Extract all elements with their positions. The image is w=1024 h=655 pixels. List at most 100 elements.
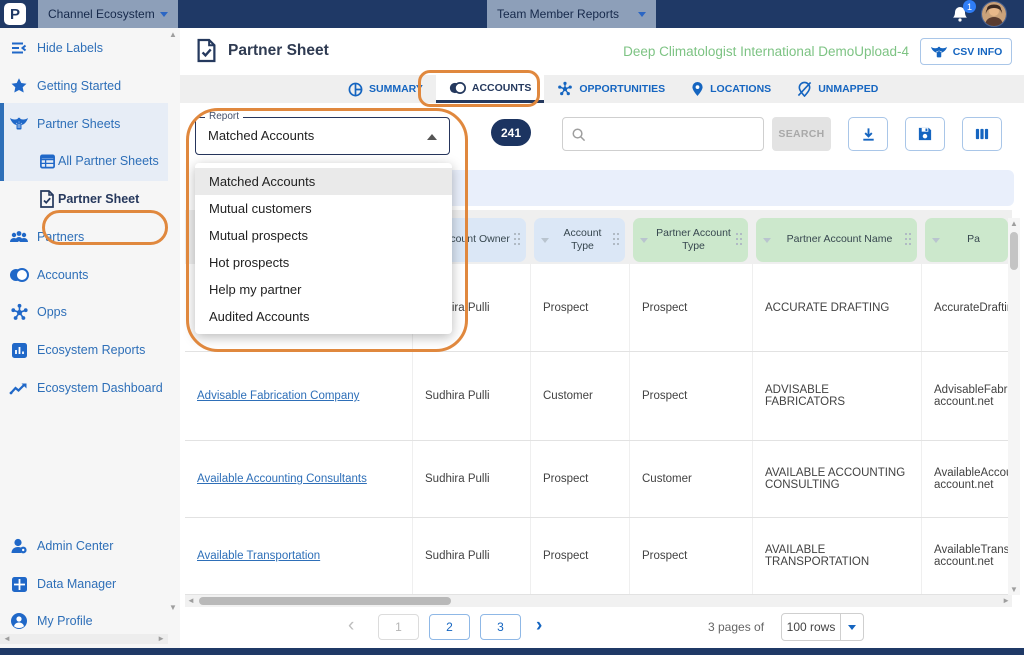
menu-item-help-my-partner[interactable]: Help my partner [195, 276, 452, 303]
menu-item-audited-accounts[interactable]: Audited Accounts [195, 303, 452, 330]
column-label: Account Type [552, 227, 613, 253]
tab-summary[interactable]: SUMMARY [335, 75, 436, 103]
cell-partner-col6: AdvisableFabri account.net [921, 352, 1012, 440]
next-page-chevron[interactable]: › [536, 613, 542, 639]
report-dropdown-menu: Matched Accounts Mutual customers Mutual… [195, 163, 452, 334]
tab-opportunities[interactable]: OPPORTUNITIES [544, 75, 678, 103]
drag-handle-icon[interactable] [736, 233, 742, 247]
team-member-reports-selector[interactable]: Team Member Reports [487, 0, 656, 28]
drag-handle-icon[interactable] [514, 233, 520, 247]
download-button[interactable] [848, 117, 888, 151]
column-label: Partner Account Name [774, 233, 905, 246]
bar-chart-icon [8, 339, 30, 361]
sidebar-item-ecosystem-reports[interactable]: Ecosystem Reports [0, 335, 168, 365]
scroll-up-arrow-icon[interactable]: ▲ [168, 30, 178, 39]
table-row[interactable]: Advisable Fabrication Company Sudhira Pu… [185, 352, 1012, 441]
page-button-3[interactable]: 3 [480, 614, 521, 640]
scroll-up-arrow-icon[interactable]: ▲ [1008, 219, 1020, 228]
tab-unmapped[interactable]: UNMAPPED [784, 75, 891, 103]
cell-partner-account-name: AVAILABLE TRANSPORTATION [752, 518, 921, 594]
page-button-1[interactable]: 1 [378, 614, 419, 640]
filter-caret-icon[interactable] [932, 238, 940, 243]
scroll-left-arrow-icon[interactable]: ◄ [3, 634, 11, 644]
scroll-left-arrow-icon[interactable]: ◄ [187, 595, 195, 607]
filter-caret-icon[interactable] [640, 238, 648, 243]
cell-account-name: Available Transportation [185, 518, 412, 594]
user-avatar[interactable] [981, 1, 1007, 27]
sidebar-item-partner-sheets[interactable]: Partner Sheets [0, 109, 168, 139]
column-header-clipped[interactable]: Pa [925, 218, 1008, 262]
table-vertical-scrollbar[interactable]: ▲ ▼ [1008, 218, 1020, 595]
scroll-down-arrow-icon[interactable]: ▼ [168, 603, 178, 612]
scroll-down-arrow-icon[interactable]: ▼ [1008, 585, 1020, 594]
sidebar-item-label: My Profile [37, 614, 93, 628]
search-box[interactable] [562, 117, 764, 151]
admin-gear-person-icon [8, 535, 30, 557]
sidebar-item-accounts[interactable]: Accounts [0, 260, 168, 290]
sidebar-horizontal-scrollbar[interactable]: ◄ ► [0, 634, 168, 644]
sidebar-vertical-scrollbar[interactable]: ▲ ▼ [168, 30, 178, 630]
column-header-partner-account-name[interactable]: Partner Account Name [756, 218, 917, 262]
workspace-selector[interactable]: Channel Ecosystem [38, 0, 178, 28]
scrollbar-thumb[interactable] [199, 597, 451, 605]
trend-line-icon [8, 377, 30, 399]
sidebar-item-label: Opps [37, 305, 67, 319]
scrollbar-thumb[interactable] [1010, 232, 1018, 270]
sidebar-item-data-manager[interactable]: Data Manager [0, 569, 168, 599]
menu-item-mutual-prospects[interactable]: Mutual prospects [195, 222, 452, 249]
previous-page-chevron[interactable]: ‹ [348, 613, 354, 639]
report-select-value: Matched Accounts [208, 128, 314, 143]
rows-per-page-value: 100 rows [782, 620, 840, 634]
cell-account-type: Prospect [530, 518, 629, 594]
menu-item-mutual-customers[interactable]: Mutual customers [195, 195, 452, 222]
search-input[interactable] [592, 118, 763, 150]
account-link[interactable]: Available Transportation [197, 550, 320, 562]
account-link[interactable]: Advisable Fabrication Company [197, 390, 359, 402]
drag-handle-icon[interactable] [905, 233, 911, 247]
wings-icon [930, 45, 948, 59]
scroll-right-arrow-icon[interactable]: ► [1002, 595, 1010, 607]
person-circle-icon [8, 610, 30, 632]
toolbar: Report Matched Accounts 241 SEARCH [180, 103, 1024, 170]
sidebar-item-partner-sheet[interactable]: Partner Sheet [0, 184, 168, 214]
report-select-label: Report [205, 111, 243, 122]
upload-name-text: Deep Climatologist International DemoUpl… [623, 44, 909, 59]
cell-partner-account-type: Customer [629, 441, 752, 517]
sidebar-item-my-profile[interactable]: My Profile [0, 606, 168, 636]
column-label: Pa [943, 233, 1004, 246]
scroll-right-arrow-icon[interactable]: ► [157, 634, 165, 644]
csv-info-button[interactable]: CSV INFO [920, 38, 1012, 65]
save-button[interactable] [905, 117, 945, 151]
chevron-down-icon [160, 12, 168, 17]
table-row[interactable]: Available Accounting Consultants Sudhira… [185, 441, 1012, 518]
tab-accounts[interactable]: ACCOUNTS [436, 75, 545, 103]
table-horizontal-scrollbar[interactable]: ◄ ► [185, 595, 1012, 607]
sidebar-item-partners[interactable]: Partners [0, 222, 168, 252]
filter-caret-icon[interactable] [541, 238, 549, 243]
pages-summary-text: 3 pages of [708, 620, 764, 634]
drag-handle-icon[interactable] [613, 233, 619, 247]
opportunities-molecule-icon [557, 81, 573, 97]
table-row[interactable]: Available Transportation Sudhira Pulli P… [185, 518, 1012, 595]
column-header-account-type[interactable]: Account Type [534, 218, 625, 262]
sidebar-item-admin-center[interactable]: Admin Center [0, 531, 168, 561]
tab-locations[interactable]: LOCATIONS [678, 75, 784, 103]
sidebar-item-all-partner-sheets[interactable]: All Partner Sheets [0, 146, 168, 176]
wings-icon [8, 113, 30, 135]
menu-item-hot-prospects[interactable]: Hot prospects [195, 249, 452, 276]
sidebar-item-ecosystem-dashboard[interactable]: Ecosystem Dashboard [0, 373, 168, 403]
menu-item-matched-accounts[interactable]: Matched Accounts [195, 168, 452, 195]
report-select[interactable]: Report Matched Accounts [195, 117, 450, 155]
sidebar-item-hide-labels[interactable]: Hide Labels [0, 33, 168, 63]
filter-caret-icon[interactable] [763, 238, 771, 243]
search-button[interactable]: SEARCH [772, 117, 831, 151]
page-button-2[interactable]: 2 [429, 614, 470, 640]
unmapped-pin-icon [797, 81, 812, 97]
column-header-partner-account-type[interactable]: Partner Account Type [633, 218, 748, 262]
sidebar-item-getting-started[interactable]: Getting Started [0, 71, 168, 101]
tab-label: SUMMARY [369, 83, 423, 95]
sidebar-item-opps[interactable]: Opps [0, 297, 168, 327]
rows-per-page-select[interactable]: 100 rows [781, 613, 864, 641]
columns-button[interactable] [962, 117, 1002, 151]
account-link[interactable]: Available Accounting Consultants [197, 473, 367, 485]
